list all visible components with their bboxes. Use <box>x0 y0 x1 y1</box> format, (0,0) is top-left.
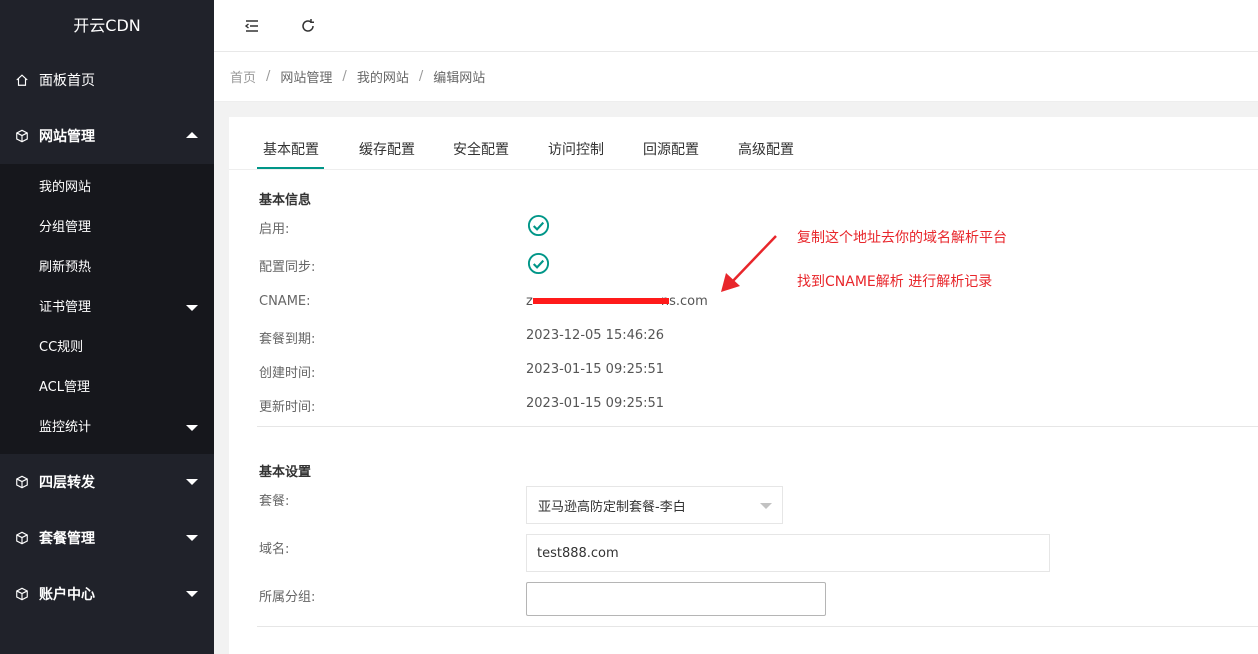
sidebar-item-label: 面板首页 <box>39 73 95 89</box>
redaction-mark <box>533 298 669 304</box>
section-divider <box>257 426 1258 427</box>
caret-down-icon <box>186 305 198 311</box>
annotation-arrow-icon <box>721 235 777 292</box>
tab-advanced-config[interactable]: 高级配置 <box>738 139 794 159</box>
breadcrumb-edit-website: 编辑网站 <box>433 71 486 86</box>
sidebar-subitem-cc-rules[interactable]: CC规则 <box>0 328 214 368</box>
sidebar-subitem-acl-management[interactable]: ACL管理 <box>0 368 214 408</box>
config-sync-label: 配置同步: <box>259 260 316 275</box>
cube-icon <box>14 586 30 602</box>
sidebar-item-label: 账户中心 <box>39 587 95 603</box>
plan-select-value: 亚马逊高防定制套餐-李白 <box>538 499 686 515</box>
tab-origin-config[interactable]: 回源配置 <box>643 139 699 159</box>
caret-down-icon <box>186 479 198 485</box>
sidebar-subitem-monitoring[interactable]: 监控统计 <box>0 408 214 448</box>
sidebar-item-plan-management[interactable]: 套餐管理 <box>0 510 214 566</box>
sidebar-item-account-center[interactable]: 账户中心 <box>0 566 214 622</box>
group-input[interactable] <box>526 582 826 616</box>
plan-expire-value: 2023-12-05 15:46:26 <box>526 328 665 343</box>
cube-icon <box>14 530 30 546</box>
caret-up-icon <box>186 132 198 138</box>
tab-cache-config[interactable]: 缓存配置 <box>359 139 415 159</box>
cname-value-prefix: z <box>526 294 533 309</box>
caret-down-icon <box>186 535 198 541</box>
sidebar-item-label: 四层转发 <box>39 475 95 491</box>
sidebar: 开云CDN 面板首页 网站管理 我的网站 分组管理 刷新预热 证书管理 CC规则… <box>0 0 214 654</box>
created-time-label: 创建时间: <box>259 366 316 381</box>
active-tab-indicator <box>257 167 324 169</box>
sidebar-subitem-certificate-management[interactable]: 证书管理 <box>0 288 214 328</box>
enabled-label: 启用: <box>259 222 290 237</box>
domain-label: 域名: <box>259 542 290 557</box>
section-divider <box>257 626 1258 627</box>
sidebar-subitem-my-websites[interactable]: 我的网站 <box>0 168 214 208</box>
caret-down-icon <box>186 425 198 431</box>
breadcrumb-separator: / <box>418 69 424 84</box>
group-label: 所属分组: <box>259 590 316 605</box>
cname-label: CNAME: <box>259 294 311 309</box>
breadcrumb-separator: / <box>266 69 271 84</box>
sidebar-submenu: 我的网站 分组管理 刷新预热 证书管理 CC规则 ACL管理 监控统计 <box>0 164 214 454</box>
app-logo-title: 开云CDN <box>0 0 214 52</box>
breadcrumb-separator: / <box>342 69 347 84</box>
tab-security-config[interactable]: 安全配置 <box>453 139 509 159</box>
created-time-value: 2023-01-15 09:25:51 <box>526 362 665 377</box>
annotation-text-line1: 复制这个地址去你的域名解析平台 <box>797 230 1007 246</box>
top-header <box>214 0 1258 52</box>
chevron-down-icon <box>760 503 772 509</box>
sidebar-item-dashboard[interactable]: 面板首页 <box>0 52 214 108</box>
config-tabs: 基本配置 缓存配置 安全配置 访问控制 回源配置 高级配置 <box>229 117 1258 170</box>
plan-select[interactable]: 亚马逊高防定制套餐-李白 <box>526 486 783 524</box>
sidebar-item-label: 套餐管理 <box>39 531 95 547</box>
collapse-sidebar-button[interactable] <box>243 17 261 35</box>
basic-info-title: 基本信息 <box>259 193 312 208</box>
sidebar-subitem-label: 证书管理 <box>39 300 92 315</box>
caret-down-icon <box>186 591 198 597</box>
tab-basic-config[interactable]: 基本配置 <box>263 139 319 159</box>
breadcrumb-home[interactable]: 首页 <box>230 67 256 86</box>
basic-settings-title: 基本设置 <box>259 465 312 480</box>
plan-expire-label: 套餐到期: <box>259 332 316 347</box>
breadcrumb-my-websites[interactable]: 我的网站 <box>357 67 409 86</box>
sidebar-subitem-label: 监控统计 <box>39 420 92 435</box>
cube-icon <box>14 128 30 144</box>
check-circle-icon <box>527 214 550 237</box>
menu-collapse-icon <box>244 20 258 32</box>
updated-time-label: 更新时间: <box>259 400 316 415</box>
plan-label: 套餐: <box>259 494 290 509</box>
breadcrumb: 首页 / 网站管理 / 我的网站 / 编辑网站 <box>214 52 1258 102</box>
check-circle-icon <box>527 252 550 275</box>
tab-access-control[interactable]: 访问控制 <box>548 139 604 159</box>
updated-time-value: 2023-01-15 09:25:51 <box>526 396 665 411</box>
annotation-text-line2: 找到CNAME解析 进行解析记录 <box>797 274 993 290</box>
sidebar-subitem-group-management[interactable]: 分组管理 <box>0 208 214 248</box>
edit-website-card: 基本配置 缓存配置 安全配置 访问控制 回源配置 高级配置 基本信息 启用: 配… <box>229 117 1258 654</box>
refresh-button[interactable] <box>299 17 317 35</box>
sidebar-subitem-refresh-preheat[interactable]: 刷新预热 <box>0 248 214 288</box>
sidebar-item-label: 网站管理 <box>39 129 95 145</box>
breadcrumb-website-management[interactable]: 网站管理 <box>280 67 332 86</box>
domain-input[interactable] <box>526 534 1050 572</box>
home-icon <box>14 72 30 88</box>
cube-icon <box>14 474 30 490</box>
sidebar-item-layer4-forwarding[interactable]: 四层转发 <box>0 454 214 510</box>
sidebar-item-website-management[interactable]: 网站管理 <box>0 108 214 164</box>
refresh-icon <box>302 19 314 32</box>
